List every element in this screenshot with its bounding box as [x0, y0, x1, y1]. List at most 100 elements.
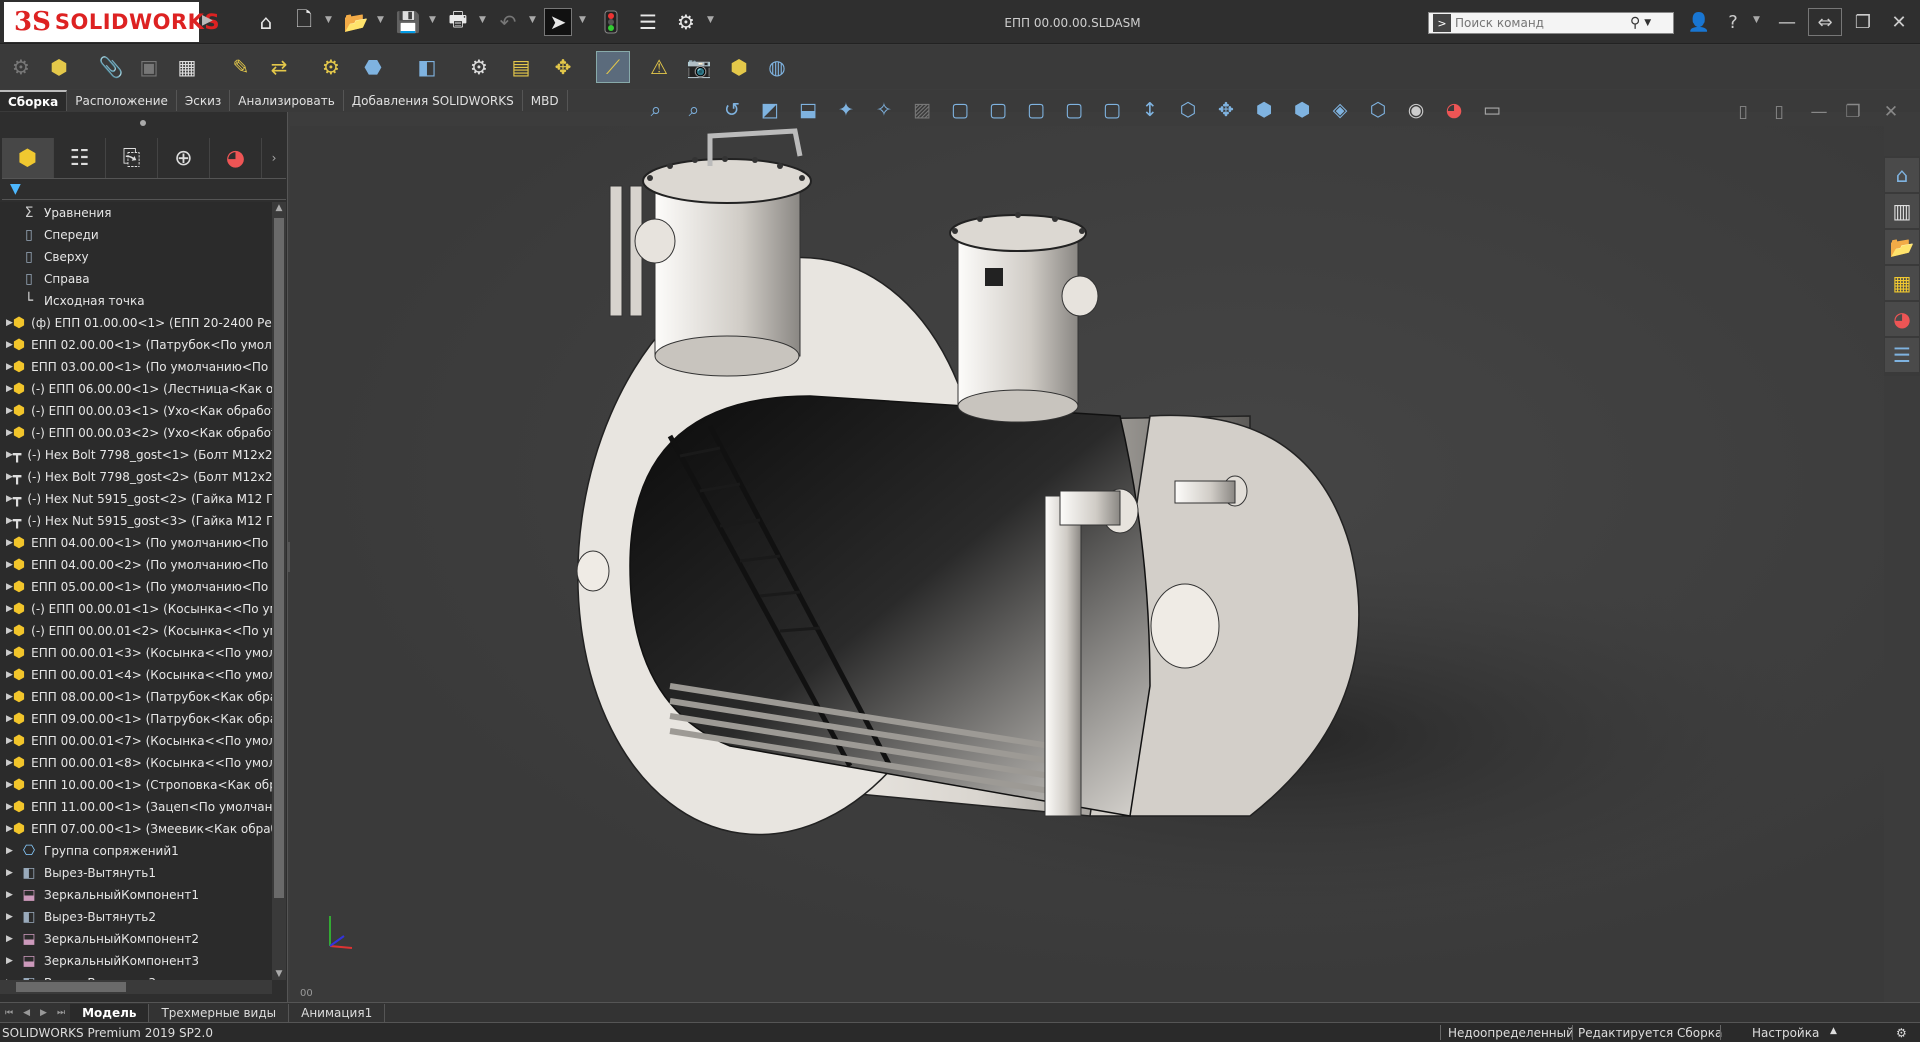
expand-arrow-icon[interactable]: ▶ — [6, 648, 13, 658]
monitor-icon[interactable]: ▭ — [1476, 96, 1508, 124]
shaded-edges-icon[interactable]: ⬢ — [1286, 96, 1318, 124]
view-back-icon[interactable]: ▢ — [982, 96, 1014, 124]
tree-item[interactable]: ▯ Спереди — [0, 224, 272, 246]
expand-arrow-icon[interactable]: ▶ — [6, 472, 13, 482]
tree-item[interactable]: ▶ ⬢ (-) ЕПП 00.00.01<1> (Косынка<<По умо — [0, 598, 272, 620]
expand-arrow-icon[interactable]: ▶ — [6, 318, 13, 328]
tree-item[interactable]: ▶ ⬢ (-) ЕПП 00.00.01<2> (Косынка<<По умо — [0, 620, 272, 642]
search-dropdown-caret[interactable]: ▼ — [1644, 18, 1651, 28]
pan-icon[interactable]: ✥ — [1210, 96, 1242, 124]
help-icon[interactable]: ? — [1716, 8, 1750, 36]
scroll-down-icon[interactable]: ▼ — [272, 969, 286, 979]
scroll-thumb[interactable] — [274, 218, 284, 898]
tree-vertical-scrollbar[interactable]: ▲ ▼ — [272, 202, 286, 980]
expand-arrow-icon[interactable]: ▶ — [6, 494, 13, 504]
tab-layout[interactable]: Расположение — [67, 90, 177, 111]
expand-arrow-icon[interactable]: ▶ — [6, 362, 13, 372]
view-front-icon[interactable]: ▢ — [944, 96, 976, 124]
units-settings[interactable]: Настройка — [1752, 1026, 1819, 1040]
tree-item[interactable]: ▶ ⬢ (-) ЕПП 00.00.03<1> (Ухо<Как обработан — [0, 400, 272, 422]
new-dropdown-caret[interactable]: ▼ — [325, 15, 332, 25]
expand-arrow-icon[interactable]: ▶ — [6, 714, 13, 724]
tree-item[interactable]: ▶ ⬢ (-) ЕПП 00.00.03<2> (Ухо<Как обработан — [0, 422, 272, 444]
solidworks-logo[interactable]: 3S SOLIDWORKS — [4, 2, 220, 42]
filter-icon[interactable]: ▼ — [10, 181, 21, 197]
tree-item[interactable]: ▶ ⬢ ЕПП 00.00.01<4> (Косынка<<По умолча — [0, 664, 272, 686]
options-gear-icon[interactable]: ⚙ — [672, 8, 700, 36]
tree-item[interactable]: ▶ ⬓ ЗеркальныйКомпонент1 — [0, 884, 272, 906]
expand-arrow-icon[interactable]: ▶ — [6, 692, 13, 702]
tree-item[interactable]: ▶ ⬢ ЕПП 00.00.01<7> (Косынка<<По умолча — [0, 730, 272, 752]
tree-item[interactable]: ▶ ┳ (-) Hex Nut 5915_gost<3> (Гайка M12 ГО — [0, 510, 272, 532]
tree-item[interactable]: ▶ ⬢ ЕПП 00.00.01<3> (Косынка<<По умолча — [0, 642, 272, 664]
first-tab-icon[interactable]: ⏮ — [5, 1008, 13, 1018]
exploded-view-icon[interactable]: ✥ — [546, 51, 580, 83]
smart-fasteners-icon[interactable]: ✎ — [224, 51, 258, 83]
print-icon[interactable]: 🖶 — [444, 7, 472, 36]
tree-item[interactable]: ▶ ⬢ ЕПП 10.00.00<1> (Строповка<Как обраб — [0, 774, 272, 796]
prev-tab-icon[interactable]: ◀ — [23, 1008, 30, 1018]
expand-arrow-icon[interactable]: ▶ — [6, 406, 13, 416]
tree-item[interactable]: ▶ ⬢ (ф) ЕПП 01.00.00<1> (ЕПП 20-2400 Резер — [0, 312, 272, 334]
expand-arrow-icon[interactable]: ▶ — [6, 560, 13, 570]
tab-3d-views[interactable]: Трехмерные виды — [149, 1003, 290, 1022]
tree-horizontal-scrollbar[interactable] — [0, 980, 272, 994]
expand-arrow-icon[interactable]: ▶ — [6, 912, 20, 922]
tree-item[interactable]: ▶ ┳ (-) Hex Bolt 7798_gost<2> (Болт M12x20… — [0, 466, 272, 488]
view-left-icon[interactable]: ▢ — [1020, 96, 1052, 124]
tree-item[interactable]: ▶ ⬢ ЕПП 07.00.00<1> (Змеевик<Как обработ — [0, 818, 272, 840]
normal-to-icon[interactable]: ↕ — [1134, 96, 1166, 124]
edit-component-icon[interactable]: ⚙ — [4, 51, 38, 83]
tree-item[interactable]: ▶ ⬢ ЕПП 09.00.00<1> (Патрубок<Как обрабо — [0, 708, 272, 730]
solidworks-resources-icon[interactable]: ⌂ — [1885, 158, 1919, 192]
expand-arrow-icon[interactable]: ▶ — [6, 824, 13, 834]
settings-caret-icon[interactable]: ▲ — [1830, 1026, 1837, 1036]
dynamic-annotation-icon[interactable]: ⬓ — [792, 96, 824, 124]
rebuild-status-icon[interactable]: ⚙ — [1896, 1026, 1907, 1040]
expand-arrow-icon[interactable]: ▶ — [6, 516, 13, 526]
tree-item[interactable]: ▶ ⬢ ЕПП 04.00.00<2> (По умолчанию<По ум — [0, 554, 272, 576]
tab-assembly[interactable]: Сборка — [0, 90, 68, 111]
reference-geometry-icon[interactable]: ◧ — [410, 51, 444, 83]
viewport-minimize-icon[interactable]: — — [1804, 100, 1834, 124]
tree-item[interactable]: ▶ ⬢ ЕПП 11.00.00<1> (Зацеп<По умолчанию — [0, 796, 272, 818]
expand-arrow-icon[interactable]: ▶ — [6, 450, 13, 460]
instant3d-icon[interactable]: ⟋ — [596, 51, 630, 83]
graphics-area[interactable]: 00 — [290, 126, 1884, 1002]
appearances-icon[interactable]: ◕ — [1885, 302, 1919, 336]
options-dropdown-caret[interactable]: ▼ — [707, 15, 714, 25]
dimxpert-manager-tab-icon[interactable]: ⊕ — [158, 138, 210, 178]
feature-manager-tree-tab-icon[interactable]: ⬢ — [2, 138, 54, 178]
viewport-single-icon[interactable]: ▯ — [1728, 100, 1758, 124]
expand-arrow-icon[interactable]: ▶ — [6, 780, 13, 790]
expand-arrow-icon[interactable]: ▶ — [6, 604, 13, 614]
tree-item[interactable]: ▶ ⬢ ЕПП 02.00.00<1> (Патрубок<По умолча — [0, 334, 272, 356]
display-style-icon[interactable]: ✧ — [868, 96, 900, 124]
file-properties-icon[interactable]: ☰ — [634, 8, 662, 36]
select-dropdown-caret[interactable]: ▼ — [579, 15, 586, 25]
zoom-to-fit-icon[interactable]: ⌕ — [640, 96, 672, 124]
section-view-icon[interactable]: ◩ — [754, 96, 786, 124]
tree-item[interactable]: ▶ ◧ Вырез-Вытянуть1 — [0, 862, 272, 884]
rebuild-traffic-light-icon[interactable] — [597, 8, 625, 36]
assembly-features-icon[interactable]: ⬣ — [356, 51, 390, 83]
expand-arrow-icon[interactable]: ▶ — [6, 846, 20, 856]
tree-item[interactable]: └ Исходная точка — [0, 290, 272, 312]
search-commands-box[interactable]: > ⚲ ▼ — [1428, 12, 1674, 34]
expand-arrow-icon[interactable]: ▶ — [6, 384, 13, 394]
tree-item[interactable]: ▶ ⬢ ЕПП 05.00.00<1> (По умолчанию<По ум — [0, 576, 272, 598]
view-settings-icon[interactable]: ◈ — [1324, 96, 1356, 124]
search-icon[interactable]: ⚲ — [1630, 15, 1640, 31]
tab-evaluate[interactable]: Анализировать — [230, 90, 344, 111]
tree-item[interactable]: ▶ ┳ (-) Hex Nut 5915_gost<2> (Гайка M12 ГО — [0, 488, 272, 510]
hscroll-thumb[interactable] — [16, 982, 126, 992]
zoom-to-area-icon[interactable]: ⌕ — [678, 96, 710, 124]
tank-assembly-model[interactable] — [290, 126, 1884, 1002]
hidden-lines-icon[interactable]: ⬡ — [1362, 96, 1394, 124]
expand-arrow-icon[interactable]: ▶ — [6, 868, 20, 878]
close-window-icon[interactable]: ✕ — [1882, 8, 1916, 36]
tree-item[interactable]: ▶ ⬢ ЕПП 00.00.01<8> (Косынка<<По умолча — [0, 752, 272, 774]
tree-item[interactable]: ▶ ⬢ ЕПП 03.00.00<1> (По умолчанию<По ум — [0, 356, 272, 378]
open-dropdown-caret[interactable]: ▼ — [377, 15, 384, 25]
more-tabs-chevron-icon[interactable]: › — [262, 138, 286, 178]
